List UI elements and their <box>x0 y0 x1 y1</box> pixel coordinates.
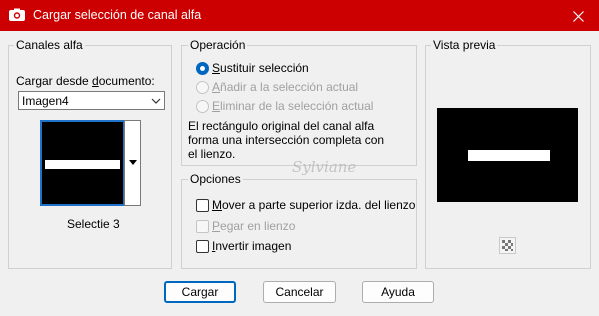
title-bar: Cargar selección de canal alfa <box>0 0 599 31</box>
operation-description-line-3: el lienzo. <box>188 147 236 161</box>
thumbnail-selection-bar <box>45 160 120 169</box>
checkbox-mover[interactable] <box>196 199 209 212</box>
canales-alfa-label: Canales alfa <box>14 38 85 52</box>
channel-name: Selectie 3 <box>67 217 120 231</box>
help-button[interactable]: Ayuda <box>362 281 434 303</box>
opciones-label: Opciones <box>188 172 243 186</box>
channel-thumbnail[interactable] <box>40 120 125 206</box>
cancel-button[interactable]: Cancelar <box>263 281 336 303</box>
close-button[interactable] <box>566 4 590 28</box>
operacion-label: Operación <box>188 38 248 52</box>
operation-description-line-2: forma una intersección completa con <box>188 133 385 147</box>
load-from-document-label: Cargar desde documento: <box>16 74 155 88</box>
checkbox-invertir-label[interactable]: Invertir imagen <box>212 239 291 253</box>
operation-description-line-1: El rectángulo original del canal alfa <box>188 119 375 133</box>
preview-selection-bar <box>468 150 550 161</box>
window-title: Cargar selección de canal alfa <box>33 8 202 22</box>
checkbox-pegar-label[interactable]: Pegar en lienzo <box>212 219 295 233</box>
preview-canvas <box>437 108 578 202</box>
preview-zoom-button[interactable] <box>499 237 516 254</box>
radio-sustituir[interactable] <box>196 62 209 75</box>
triangle-down-icon <box>129 160 137 165</box>
checkbox-invertir[interactable] <box>196 240 209 253</box>
radio-eliminar[interactable] <box>196 100 209 113</box>
vista-previa-label: Vista previa <box>431 38 498 52</box>
radio-eliminar-label[interactable]: Eliminar de la selección actual <box>212 99 373 113</box>
radio-anadir-label[interactable]: Añadir a la selección actual <box>212 80 358 94</box>
checkbox-pegar[interactable] <box>196 220 209 233</box>
camera-icon <box>9 8 25 21</box>
chevron-down-icon <box>151 95 161 109</box>
document-select-value: Imagen4 <box>22 94 69 108</box>
radio-anadir[interactable] <box>196 81 209 94</box>
load-button[interactable]: Cargar <box>164 281 236 303</box>
checkbox-mover-label[interactable]: Mover a parte superior izda. del lienzo <box>212 198 415 212</box>
document-select[interactable]: Imagen4 <box>18 91 165 110</box>
watermark: Sylviane <box>292 158 357 176</box>
checker-zoom-icon <box>502 240 513 251</box>
channel-thumbnail-dropdown[interactable] <box>124 120 141 206</box>
radio-sustituir-label[interactable]: Sustituir selección <box>212 61 309 75</box>
close-icon <box>572 10 584 22</box>
